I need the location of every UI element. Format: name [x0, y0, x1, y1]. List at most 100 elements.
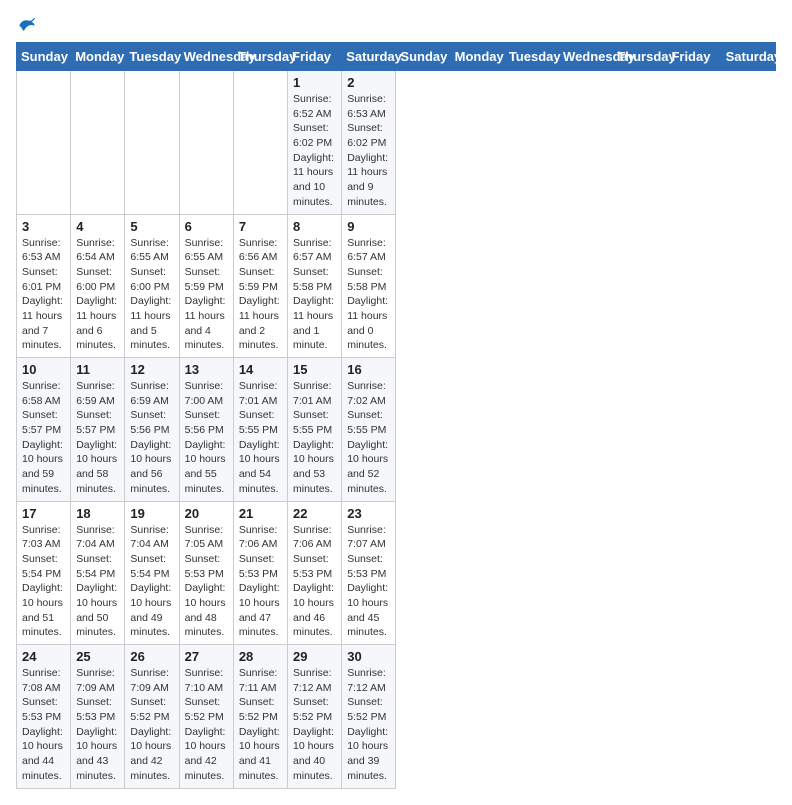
- calendar-day-cell: [233, 71, 287, 215]
- day-number: 3: [22, 219, 65, 234]
- calendar-day-cell: 3 Sunrise: 6:53 AM Sunset: 6:01 PM Daylig…: [17, 214, 71, 358]
- day-number: 19: [130, 506, 173, 521]
- calendar-day-cell: 5Sunrise: 6:55 AM Sunset: 6:00 PM Daylig…: [125, 214, 179, 358]
- calendar-day-cell: 17Sunrise: 7:03 AM Sunset: 5:54 PM Dayli…: [17, 501, 71, 645]
- calendar-day-cell: 14 Sunrise: 7:01 AM Sunset: 5:55 PM Dayli…: [233, 358, 287, 502]
- day-number: 16: [347, 362, 390, 377]
- header-cell-wednesday: Wednesday: [559, 43, 613, 71]
- day-number: 8: [293, 219, 336, 234]
- day-number: 1: [293, 75, 336, 90]
- day-info: Sunrise: 7:11 AM Sunset: 5:52 PM Dayligh…: [239, 666, 282, 784]
- day-number: 22: [293, 506, 336, 521]
- day-number: 26: [130, 649, 173, 664]
- calendar-day-cell: 6 Sunrise: 6:55 AM Sunset: 5:59 PM Daylig…: [179, 214, 233, 358]
- calendar-day-cell: 20 Sunrise: 7:05 AM Sunset: 5:53 PM Dayli…: [179, 501, 233, 645]
- header-friday: Friday: [288, 43, 342, 71]
- day-info: Sunrise: 6:57 AM Sunset: 5:58 PM Dayligh…: [347, 236, 390, 354]
- calendar-day-cell: 9 Sunrise: 6:57 AM Sunset: 5:58 PM Daylig…: [342, 214, 396, 358]
- day-number: 11: [76, 362, 119, 377]
- day-number: 21: [239, 506, 282, 521]
- day-number: 25: [76, 649, 119, 664]
- calendar-day-cell: [17, 71, 71, 215]
- day-number: 17: [22, 506, 65, 521]
- day-info: Sunrise: 6:59 AM Sunset: 5:56 PM Dayligh…: [130, 379, 173, 497]
- calendar-day-cell: 11 Sunrise: 6:59 AM Sunset: 5:57 PM Dayli…: [71, 358, 125, 502]
- logo-bird-icon: [18, 16, 36, 34]
- calendar-day-cell: 13 Sunrise: 7:00 AM Sunset: 5:56 PM Dayli…: [179, 358, 233, 502]
- day-number: 23: [347, 506, 390, 521]
- day-info: Sunrise: 7:01 AM Sunset: 5:55 PM Dayligh…: [293, 379, 336, 497]
- header-monday: Monday: [71, 43, 125, 71]
- day-number: 28: [239, 649, 282, 664]
- calendar-day-cell: 26 Sunrise: 7:09 AM Sunset: 5:52 PM Dayli…: [125, 645, 179, 789]
- day-info: Sunrise: 7:06 AM Sunset: 5:53 PM Dayligh…: [239, 523, 282, 641]
- calendar-day-cell: 2Sunrise: 6:53 AM Sunset: 6:02 PM Daylig…: [342, 71, 396, 215]
- calendar-day-cell: 15 Sunrise: 7:01 AM Sunset: 5:55 PM Dayli…: [288, 358, 342, 502]
- calendar-week-5: 24 Sunrise: 7:08 AM Sunset: 5:53 PM Dayli…: [17, 645, 776, 789]
- day-info: Sunrise: 6:55 AM Sunset: 5:59 PM Dayligh…: [185, 236, 228, 354]
- calendar-week-2: 3 Sunrise: 6:53 AM Sunset: 6:01 PM Daylig…: [17, 214, 776, 358]
- header-cell-saturday: Saturday: [721, 43, 775, 71]
- day-info: Sunrise: 7:10 AM Sunset: 5:52 PM Dayligh…: [185, 666, 228, 784]
- day-info: Sunrise: 7:00 AM Sunset: 5:56 PM Dayligh…: [185, 379, 228, 497]
- day-info: Sunrise: 7:08 AM Sunset: 5:53 PM Dayligh…: [22, 666, 65, 784]
- day-info: Sunrise: 7:07 AM Sunset: 5:53 PM Dayligh…: [347, 523, 390, 641]
- day-info: Sunrise: 6:56 AM Sunset: 5:59 PM Dayligh…: [239, 236, 282, 354]
- day-number: 30: [347, 649, 390, 664]
- day-info: Sunrise: 7:05 AM Sunset: 5:53 PM Dayligh…: [185, 523, 228, 641]
- day-number: 6: [185, 219, 228, 234]
- day-info: Sunrise: 7:04 AM Sunset: 5:54 PM Dayligh…: [130, 523, 173, 641]
- header-sunday: Sunday: [17, 43, 71, 71]
- calendar-week-3: 10Sunrise: 6:58 AM Sunset: 5:57 PM Dayli…: [17, 358, 776, 502]
- calendar-day-cell: 7Sunrise: 6:56 AM Sunset: 5:59 PM Daylig…: [233, 214, 287, 358]
- day-info: Sunrise: 6:54 AM Sunset: 6:00 PM Dayligh…: [76, 236, 119, 354]
- calendar-day-cell: 25 Sunrise: 7:09 AM Sunset: 5:53 PM Dayli…: [71, 645, 125, 789]
- page-header: [16, 16, 776, 34]
- day-number: 4: [76, 219, 119, 234]
- calendar-day-cell: 22Sunrise: 7:06 AM Sunset: 5:53 PM Dayli…: [288, 501, 342, 645]
- day-number: 29: [293, 649, 336, 664]
- day-info: Sunrise: 6:53 AM Sunset: 6:01 PM Dayligh…: [22, 236, 65, 354]
- day-number: 27: [185, 649, 228, 664]
- calendar-day-cell: [179, 71, 233, 215]
- day-number: 24: [22, 649, 65, 664]
- day-info: Sunrise: 7:09 AM Sunset: 5:53 PM Dayligh…: [76, 666, 119, 784]
- day-info: Sunrise: 7:04 AM Sunset: 5:54 PM Dayligh…: [76, 523, 119, 641]
- header-tuesday: Tuesday: [125, 43, 179, 71]
- calendar-day-cell: 27 Sunrise: 7:10 AM Sunset: 5:52 PM Dayli…: [179, 645, 233, 789]
- day-info: Sunrise: 6:59 AM Sunset: 5:57 PM Dayligh…: [76, 379, 119, 497]
- calendar-week-1: 1Sunrise: 6:52 AM Sunset: 6:02 PM Daylig…: [17, 71, 776, 215]
- calendar-day-cell: 29Sunrise: 7:12 AM Sunset: 5:52 PM Dayli…: [288, 645, 342, 789]
- day-info: Sunrise: 6:55 AM Sunset: 6:00 PM Dayligh…: [130, 236, 173, 354]
- day-info: Sunrise: 7:02 AM Sunset: 5:55 PM Dayligh…: [347, 379, 390, 497]
- calendar-day-cell: 24 Sunrise: 7:08 AM Sunset: 5:53 PM Dayli…: [17, 645, 71, 789]
- day-info: Sunrise: 7:12 AM Sunset: 5:52 PM Dayligh…: [347, 666, 390, 784]
- day-number: 13: [185, 362, 228, 377]
- calendar-header-row: SundayMondayTuesdayWednesdayThursdayFrid…: [17, 43, 776, 71]
- calendar-day-cell: [125, 71, 179, 215]
- header-saturday: Saturday: [342, 43, 396, 71]
- calendar-day-cell: 19 Sunrise: 7:04 AM Sunset: 5:54 PM Dayli…: [125, 501, 179, 645]
- calendar-day-cell: 21 Sunrise: 7:06 AM Sunset: 5:53 PM Dayli…: [233, 501, 287, 645]
- day-info: Sunrise: 6:58 AM Sunset: 5:57 PM Dayligh…: [22, 379, 65, 497]
- header-cell-thursday: Thursday: [613, 43, 667, 71]
- logo: [16, 16, 36, 34]
- header-cell-sunday: Sunday: [396, 43, 450, 71]
- calendar-day-cell: 28 Sunrise: 7:11 AM Sunset: 5:52 PM Dayli…: [233, 645, 287, 789]
- calendar-day-cell: 10Sunrise: 6:58 AM Sunset: 5:57 PM Dayli…: [17, 358, 71, 502]
- day-info: Sunrise: 7:09 AM Sunset: 5:52 PM Dayligh…: [130, 666, 173, 784]
- calendar-table: SundayMondayTuesdayWednesdayThursdayFrid…: [16, 42, 776, 789]
- day-number: 18: [76, 506, 119, 521]
- header-cell-friday: Friday: [667, 43, 721, 71]
- day-number: 9: [347, 219, 390, 234]
- calendar-day-cell: 16 Sunrise: 7:02 AM Sunset: 5:55 PM Dayli…: [342, 358, 396, 502]
- day-number: 12: [130, 362, 173, 377]
- header-cell-monday: Monday: [450, 43, 504, 71]
- day-number: 14: [239, 362, 282, 377]
- day-number: 20: [185, 506, 228, 521]
- day-number: 15: [293, 362, 336, 377]
- header-thursday: Thursday: [233, 43, 287, 71]
- day-info: Sunrise: 7:01 AM Sunset: 5:55 PM Dayligh…: [239, 379, 282, 497]
- header-cell-tuesday: Tuesday: [504, 43, 558, 71]
- calendar-day-cell: 1Sunrise: 6:52 AM Sunset: 6:02 PM Daylig…: [288, 71, 342, 215]
